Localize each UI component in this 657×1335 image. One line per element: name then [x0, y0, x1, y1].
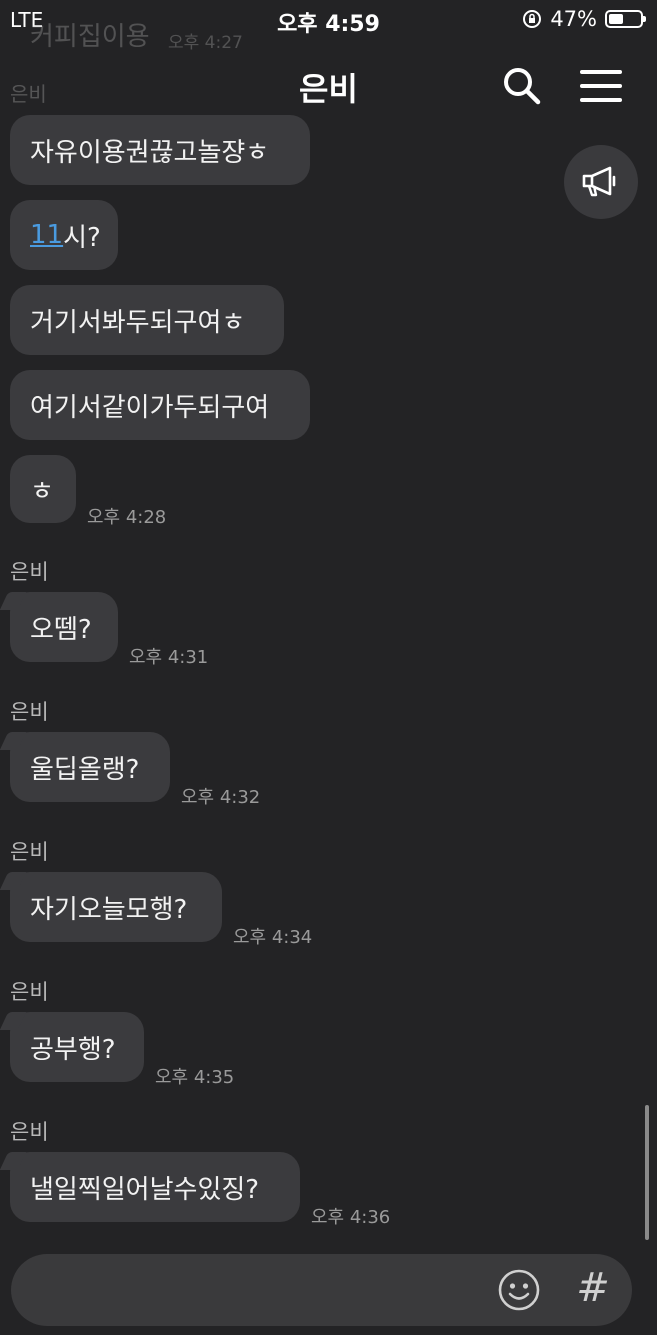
- message-time: 오후 4:36: [311, 1207, 391, 1228]
- ghost-message-time: 오후 4:27: [168, 33, 243, 53]
- message-time: 오후 4:34: [233, 927, 313, 948]
- message-text: 공부행?: [30, 1034, 116, 1065]
- message-bubble[interactable]: 낼일찍일어날수있징?: [10, 1152, 300, 1222]
- message-bubble[interactable]: 여기서같이가두되구여: [10, 370, 310, 440]
- message-input[interactable]: [35, 1268, 479, 1314]
- search-icon[interactable]: [500, 64, 544, 108]
- chat-title: 은비: [299, 70, 358, 108]
- sender-name: 은비: [10, 840, 49, 864]
- message-text: ㅎ: [30, 476, 54, 507]
- message-bubble[interactable]: 11 시?: [10, 200, 118, 270]
- message-text: 시?: [63, 222, 101, 253]
- hamburger-menu-icon[interactable]: [578, 66, 624, 106]
- scrolled-previous-message: 커피집이용 오후 4:27: [0, 22, 657, 53]
- ghost-message-text: 커피집이용: [30, 22, 150, 52]
- message-text: 오뗌?: [30, 614, 92, 645]
- message-time: 오후 4:28: [87, 507, 167, 528]
- message-bubble[interactable]: 공부행?: [10, 1012, 144, 1082]
- sender-name: 은비: [10, 980, 49, 1004]
- hashtag-search-button[interactable]: #: [573, 1260, 613, 1316]
- message-bubble[interactable]: ㅎ: [10, 455, 76, 523]
- notice-button[interactable]: [564, 145, 638, 219]
- message-text: 거기서봐두되구여ㅎ: [30, 307, 246, 338]
- message-bubble[interactable]: 울딥올랭?: [10, 732, 170, 802]
- megaphone-icon: [582, 166, 616, 197]
- message-link[interactable]: 11: [30, 220, 63, 250]
- ghost-sender: 은비: [10, 82, 47, 106]
- message-text: 자기오늘모행?: [30, 894, 188, 925]
- message-composer: #: [11, 1254, 632, 1326]
- message-time: 오후 4:35: [155, 1067, 235, 1088]
- message-bubble[interactable]: 오뗌?: [10, 592, 118, 662]
- message-bubble[interactable]: 거기서봐두되구여ㅎ: [10, 285, 284, 355]
- chat-header: 은비: [0, 52, 657, 122]
- message-bubble[interactable]: 자기오늘모행?: [10, 872, 222, 942]
- message-text: 낼일찍일어날수있징?: [30, 1174, 260, 1205]
- sender-name: 은비: [10, 700, 49, 724]
- message-time: 오후 4:31: [129, 647, 209, 668]
- message-text: 울딥올랭?: [30, 754, 140, 785]
- message-text: 자유이용권끊고놀쟝ㅎ: [30, 137, 270, 168]
- message-time: 오후 4:32: [181, 787, 261, 808]
- sender-name: 은비: [10, 560, 49, 584]
- message-bubble[interactable]: 자유이용권끊고놀쟝ㅎ: [10, 115, 310, 185]
- chat-scrollbar[interactable]: [645, 1105, 649, 1240]
- sender-name: 은비: [10, 1120, 49, 1144]
- emoji-icon[interactable]: [495, 1266, 543, 1314]
- message-text: 여기서같이가두되구여: [30, 392, 270, 423]
